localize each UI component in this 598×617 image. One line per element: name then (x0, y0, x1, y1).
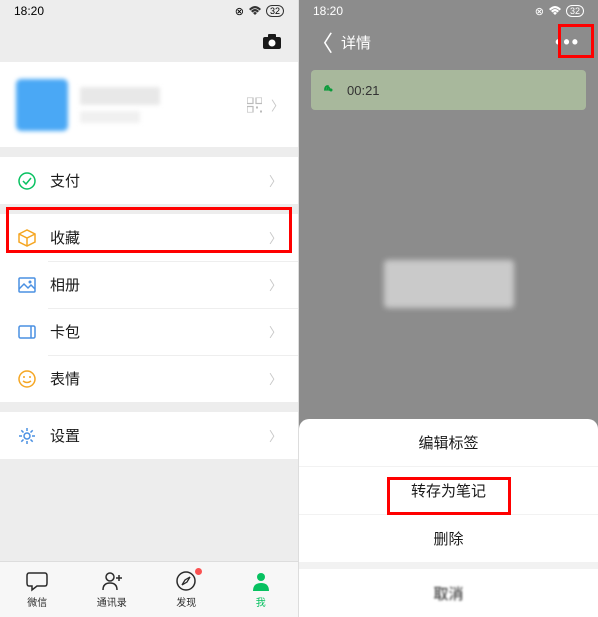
tab-bar: 微信 通讯录 发现 我 (0, 561, 298, 617)
avatar (16, 79, 68, 131)
gap (0, 204, 298, 214)
menu-cards[interactable]: 卡包 〉 (0, 308, 298, 355)
chevron-right-icon: 〉 (269, 228, 282, 247)
album-icon (16, 274, 38, 296)
notification-dot (195, 568, 202, 575)
profile-name-blur (80, 87, 160, 105)
sheet-label: 取消 (433, 583, 463, 604)
alarm-icon: ⊗ (235, 5, 244, 18)
menu-group-main: 收藏 〉 相册 〉 卡包 〉 表情 〉 (0, 214, 298, 402)
gap (0, 147, 298, 157)
tab-me[interactable]: 我 (224, 562, 299, 617)
favorites-icon (16, 227, 38, 249)
menu-album[interactable]: 相册 〉 (0, 261, 298, 308)
status-time: 18:20 (313, 4, 343, 18)
status-indicators: ⊗ 32 (235, 5, 284, 18)
voice-message[interactable]: 00:21 (311, 70, 586, 110)
profile-id-blur (80, 111, 140, 123)
sticker-icon (16, 368, 38, 390)
menu-group-pay: 支付 〉 (0, 157, 298, 204)
status-time: 18:20 (14, 4, 44, 18)
alarm-icon: ⊗ (535, 5, 544, 18)
cards-icon (16, 321, 38, 343)
chevron-right-icon: 〉 (269, 171, 282, 190)
me-icon (249, 570, 273, 592)
tab-contacts[interactable]: 通讯录 (75, 562, 150, 617)
menu-label: 支付 (50, 170, 269, 191)
sheet-label: 删除 (433, 528, 463, 549)
camera-row (0, 22, 298, 62)
status-indicators: ⊗ 32 (535, 5, 584, 18)
status-bar: 18:20 ⊗ 32 (299, 0, 598, 22)
menu-label: 卡包 (50, 321, 269, 342)
chevron-right-icon: 〉 (269, 369, 282, 388)
back-icon[interactable]: 〈 (311, 26, 333, 58)
menu-pay[interactable]: 支付 〉 (0, 157, 298, 204)
tab-label: 我 (256, 594, 266, 609)
sheet-label: 转存为笔记 (411, 480, 486, 501)
gear-icon (16, 425, 38, 447)
gap (0, 402, 298, 412)
chevron-right-icon: 〉 (271, 95, 284, 114)
contacts-icon (100, 570, 124, 592)
tab-label: 发现 (176, 594, 196, 609)
header-title: 详情 (341, 32, 549, 53)
screen-detail: 18:20 ⊗ 32 〈 详情 ••• 00:21 编辑标 (299, 0, 598, 617)
sheet-edit-tag[interactable]: 编辑标签 (299, 419, 598, 467)
wifi-icon (248, 6, 262, 16)
chat-icon (25, 570, 49, 592)
content-blur (384, 260, 514, 308)
menu-label: 收藏 (50, 227, 269, 248)
menu-label: 相册 (50, 274, 269, 295)
more-icon[interactable]: ••• (549, 28, 586, 57)
menu-label: 表情 (50, 368, 269, 389)
tab-wechat[interactable]: 微信 (0, 562, 75, 617)
screen-me: 18:20 ⊗ 32 〉 支付 〉 (0, 0, 299, 617)
chevron-right-icon: 〉 (269, 426, 282, 445)
camera-icon[interactable] (262, 34, 282, 50)
menu-favorites[interactable]: 收藏 〉 (0, 214, 298, 261)
menu-label: 设置 (50, 425, 269, 446)
menu-settings[interactable]: 设置 〉 (0, 412, 298, 459)
voice-duration: 00:21 (347, 83, 380, 98)
qrcode-icon[interactable] (247, 97, 262, 112)
voice-icon (323, 83, 337, 97)
sheet-label: 编辑标签 (418, 432, 478, 453)
chevron-right-icon: 〉 (269, 322, 282, 341)
battery-icon: 32 (566, 5, 584, 17)
profile-card[interactable]: 〉 (0, 62, 298, 147)
sheet-cancel[interactable]: 取消 (299, 569, 598, 617)
status-bar: 18:20 ⊗ 32 (0, 0, 298, 22)
sheet-save-as-note[interactable]: 转存为笔记 (299, 467, 598, 515)
chevron-right-icon: 〉 (269, 275, 282, 294)
pay-icon (16, 170, 38, 192)
battery-icon: 32 (266, 5, 284, 17)
tab-discover[interactable]: 发现 (149, 562, 224, 617)
menu-group-settings: 设置 〉 (0, 412, 298, 459)
action-sheet: 编辑标签 转存为笔记 删除 取消 (299, 419, 598, 617)
wifi-icon (548, 6, 562, 16)
menu-sticker[interactable]: 表情 〉 (0, 355, 298, 402)
tab-label: 通讯录 (97, 594, 127, 609)
sheet-delete[interactable]: 删除 (299, 515, 598, 563)
discover-icon (174, 570, 198, 592)
detail-header: 〈 详情 ••• (299, 22, 598, 62)
tab-label: 微信 (27, 594, 47, 609)
